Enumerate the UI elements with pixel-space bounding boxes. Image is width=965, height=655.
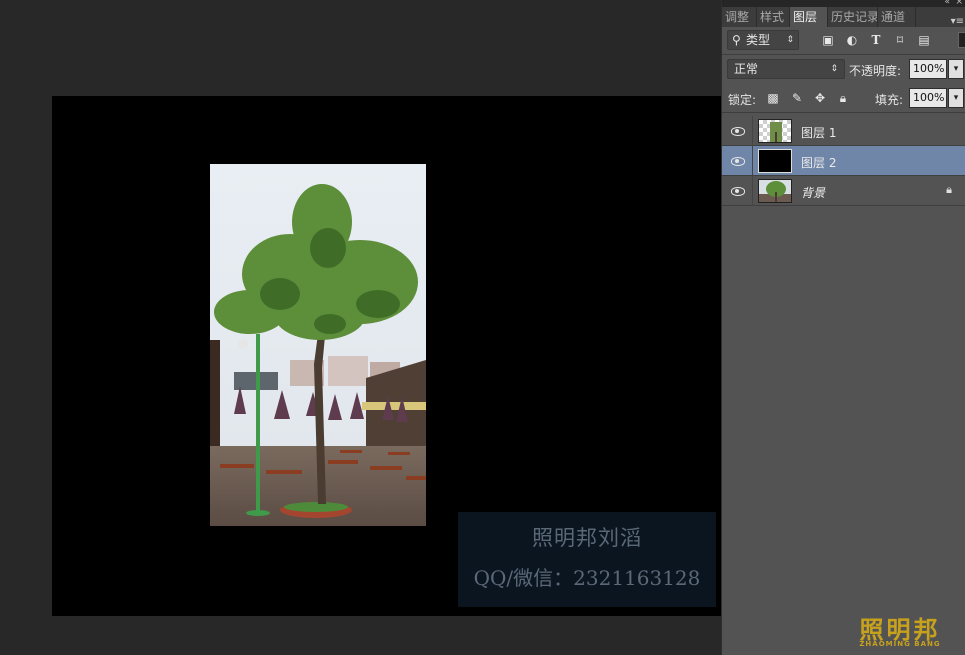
brand-logo-subtext: ZHAOMING BANG: [859, 640, 941, 648]
pixel-layer-filter-icon[interactable]: ▣: [820, 33, 836, 47]
type-layer-filter-icon[interactable]: T: [868, 33, 884, 47]
tab-layers[interactable]: 图层: [790, 7, 828, 27]
panel-menu-icon[interactable]: ▾≡: [951, 16, 964, 27]
watermark-name: 照明邦刘滔: [532, 526, 642, 550]
workspace: 照明邦刘滔 QQ/微信：2321163128: [0, 0, 721, 655]
search-icon: ⚲: [732, 33, 741, 47]
lock-all-icon[interactable]: 🔒︎: [835, 90, 851, 106]
panel-tabs: 调整 样式 图层 历史记录 通道 ▾≡: [722, 7, 965, 27]
opacity-label: 不透明度:: [849, 64, 902, 78]
layer-name: 图层 2: [801, 156, 837, 170]
watermark: 照明邦刘滔 QQ/微信：2321163128: [458, 512, 716, 607]
divider: [752, 146, 753, 176]
filter-kind-select[interactable]: ⚲ 类型 ⇕: [727, 30, 799, 50]
watermark-contact: QQ/微信：2321163128: [473, 566, 701, 590]
tree-photo: [210, 164, 426, 526]
brand-logo: 照明邦 ZHAOMING BANG: [852, 610, 948, 650]
tab-styles[interactable]: 样式: [757, 7, 790, 27]
divider: [752, 176, 753, 206]
fill-dropdown-button[interactable]: ▾: [948, 88, 964, 108]
visibility-eye-icon[interactable]: [731, 184, 745, 198]
updown-arrow-icon: ⇕: [830, 64, 838, 74]
close-icon[interactable]: ×: [955, 0, 963, 7]
layer-name: 背景: [801, 186, 826, 200]
collapse-icon[interactable]: «: [944, 0, 950, 7]
lock-row: 锁定: ▩ ✎ ✥ 🔒︎ 填充: 100% ▾: [722, 86, 965, 110]
layer-thumbnail: [758, 119, 792, 143]
divider: [722, 54, 965, 55]
layer-thumbnail: [758, 149, 792, 173]
layer-list: 图层 1 图层 2 背景 🔒︎: [722, 116, 965, 206]
opacity-dropdown-button[interactable]: ▾: [948, 59, 964, 79]
fill-field[interactable]: 100%: [909, 88, 947, 108]
layer-filter-row: ⚲ 类型 ⇕ ▣ ◐ T ⌑ ▤: [722, 28, 965, 53]
blend-mode-select[interactable]: 正常 ⇕: [727, 59, 845, 79]
tab-history[interactable]: 历史记录: [828, 7, 878, 27]
lock-icon: 🔒︎: [946, 183, 952, 196]
panel-header-bar: « ×: [722, 0, 965, 7]
tab-adjustments[interactable]: 调整: [722, 7, 757, 27]
document-canvas[interactable]: 照明邦刘滔 QQ/微信：2321163128: [52, 96, 721, 616]
shape-layer-filter-icon[interactable]: ⌑: [892, 33, 908, 47]
visibility-eye-icon[interactable]: [731, 154, 745, 168]
visibility-eye-icon[interactable]: [731, 124, 745, 138]
filter-toggle[interactable]: [958, 32, 965, 48]
fill-label: 填充:: [875, 93, 904, 107]
divider: [722, 112, 965, 113]
layer-row[interactable]: 背景 🔒︎: [722, 176, 965, 206]
filter-kind-value: 类型: [746, 33, 771, 47]
divider: [752, 116, 753, 146]
blend-row: 正常 ⇕ 不透明度: 100% ▾: [722, 57, 965, 81]
layer-row[interactable]: 图层 2: [722, 146, 965, 176]
tab-channels[interactable]: 通道: [878, 7, 916, 27]
layer-row[interactable]: 图层 1: [722, 116, 965, 146]
layers-panel: « × 调整 样式 图层 历史记录 通道 ▾≡ ⚲ 类型 ⇕ ▣ ◐ T ⌑ ▤ …: [721, 0, 965, 655]
lock-position-icon[interactable]: ✥: [812, 90, 828, 106]
layer-name: 图层 1: [801, 126, 837, 140]
opacity-field[interactable]: 100%: [909, 59, 947, 79]
lock-transparent-pixels-icon[interactable]: ▩: [765, 90, 781, 106]
updown-arrow-icon: ⇕: [786, 35, 794, 45]
smart-object-filter-icon[interactable]: ▤: [916, 33, 932, 47]
lock-image-pixels-icon[interactable]: ✎: [789, 90, 805, 106]
layer-thumbnail: [758, 179, 792, 203]
lock-label: 锁定:: [728, 93, 757, 107]
adjustment-layer-filter-icon[interactable]: ◐: [844, 33, 860, 47]
blend-mode-value: 正常: [734, 62, 759, 76]
